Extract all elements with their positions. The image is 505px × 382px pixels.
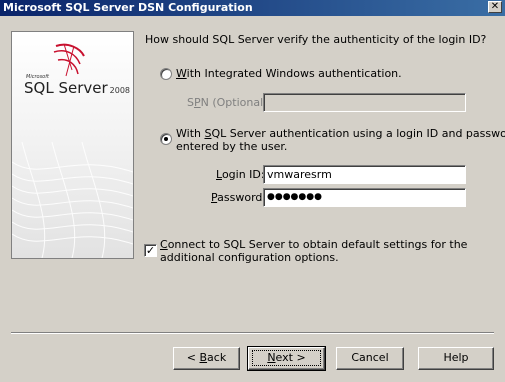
- close-button[interactable]: ✕: [488, 1, 502, 13]
- title-bar: Microsoft SQL Server DSN Configuration ✕: [0, 0, 505, 16]
- product-title: SQL Server: [24, 79, 108, 97]
- help-button[interactable]: Help: [418, 347, 494, 370]
- product-name: SQL Server2008 R2: [24, 79, 133, 97]
- window-title: Microsoft SQL Server DSN Configuration: [3, 1, 253, 14]
- sql-auth-label[interactable]: With SQL Server authentication using a l…: [176, 127, 505, 140]
- connect-default-settings-label[interactable]: Connect to SQL Server to obtain default …: [160, 238, 467, 251]
- connect-default-settings-label-line2[interactable]: additional configuration options.: [160, 251, 339, 264]
- sql-auth-radio[interactable]: [160, 133, 172, 145]
- sql-auth-label-line2[interactable]: entered by the user.: [176, 140, 287, 153]
- cancel-button[interactable]: Cancel: [336, 347, 404, 370]
- back-button[interactable]: < Back: [173, 347, 240, 370]
- radio-selected-dot: [164, 137, 168, 141]
- connect-default-settings-checkbox[interactable]: ✓: [144, 244, 157, 257]
- sql-server-logo-icon: [53, 43, 85, 77]
- login-id-label: Login ID:: [216, 168, 265, 181]
- spn-input[interactable]: [263, 93, 466, 112]
- auth-question: How should SQL Server verify the authent…: [145, 33, 487, 46]
- windows-auth-radio[interactable]: [160, 68, 172, 80]
- button-separator: [11, 332, 494, 334]
- password-label: Password:: [211, 191, 267, 204]
- spn-label: SPN (Optional):: [187, 96, 272, 109]
- product-version: 2008 R2: [109, 86, 133, 95]
- windows-auth-label[interactable]: With Integrated Windows authentication.: [176, 67, 402, 80]
- password-input[interactable]: ●●●●●●●: [263, 188, 466, 207]
- check-mark-icon: ✓: [145, 244, 156, 257]
- login-id-input[interactable]: vmwaresrm: [263, 165, 466, 184]
- next-button[interactable]: Next >: [247, 346, 326, 371]
- sql-server-logo-panel: Microsoft SQL Server2008 R2: [11, 31, 134, 259]
- close-icon: ✕: [490, 1, 500, 12]
- decorative-waves: [12, 142, 133, 258]
